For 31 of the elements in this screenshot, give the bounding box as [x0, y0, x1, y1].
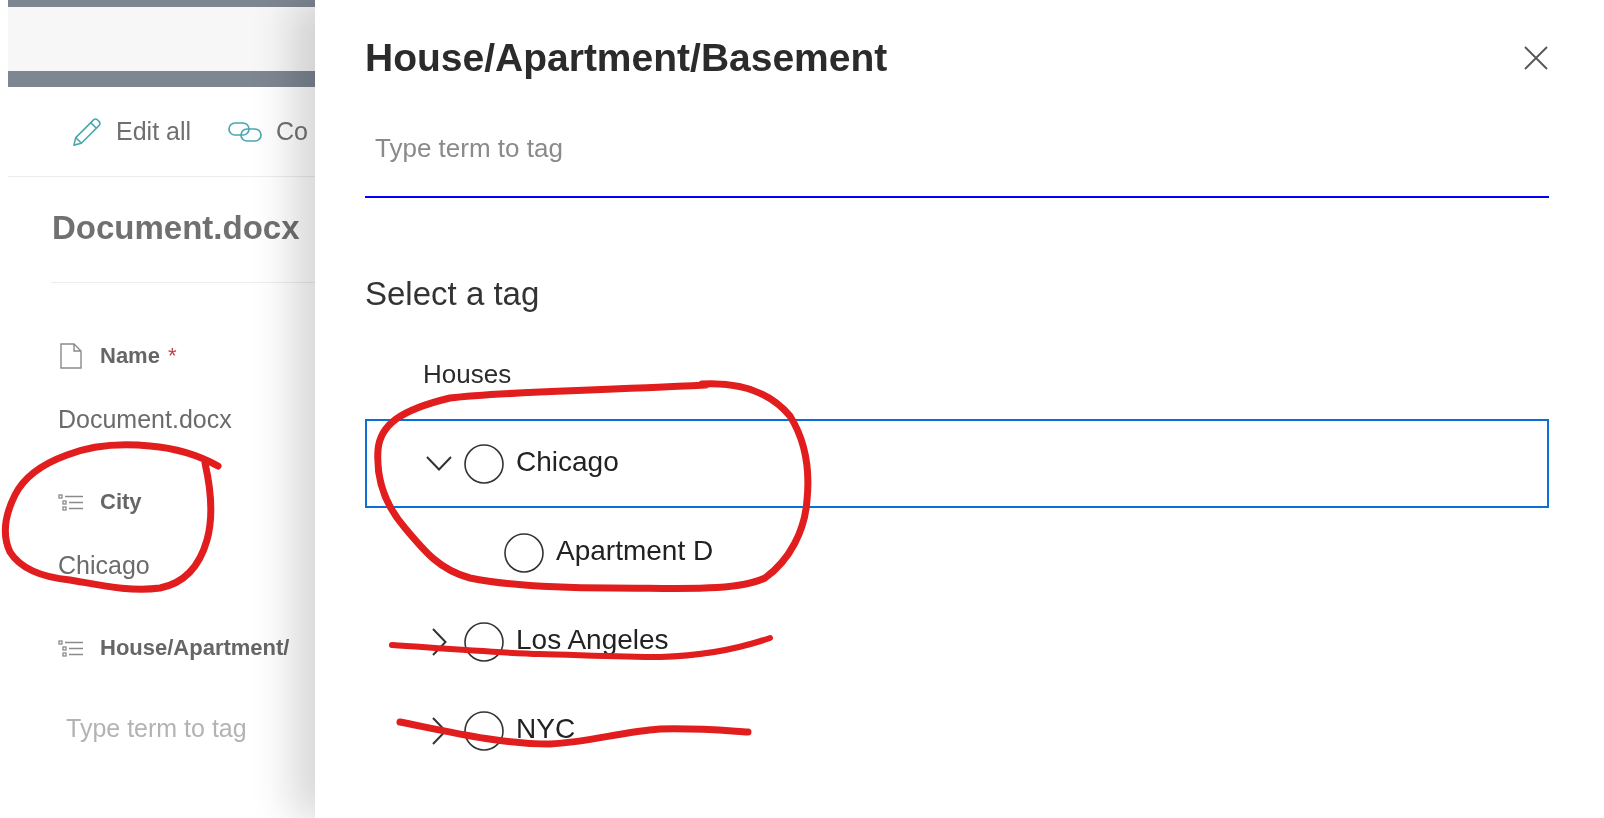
list-icon — [58, 493, 84, 511]
field-value[interactable]: Document.docx — [58, 403, 232, 435]
close-button[interactable] — [1523, 45, 1549, 71]
radio-button[interactable] — [464, 621, 504, 662]
pencil-icon — [72, 116, 102, 147]
toolbar-button[interactable]: Co — [228, 112, 308, 151]
dialog-title: House/Apartment/Basement — [365, 36, 888, 80]
document-title: Document.docx — [52, 208, 300, 248]
field-label: Name * — [100, 342, 177, 370]
chevron-down-icon[interactable] — [426, 456, 452, 471]
tag-input-field[interactable]: Type term to tag — [58, 712, 298, 746]
toolbar-button[interactable]: Edit all — [72, 112, 192, 151]
link-icon — [228, 121, 263, 142]
chevron-right-icon[interactable] — [431, 716, 447, 745]
term-set-label: Houses — [423, 358, 512, 391]
tree-item[interactable]: Chicago — [365, 419, 1549, 508]
radio-button[interactable] — [464, 710, 504, 751]
search-field[interactable]: Type term to tag — [365, 100, 1549, 198]
section-title: Select a tag — [365, 274, 540, 314]
file-icon — [60, 343, 82, 369]
close-icon — [1524, 46, 1548, 70]
list-icon — [58, 639, 84, 657]
field-value[interactable]: Chicago — [58, 549, 150, 581]
tree-item[interactable]: Apartment D — [365, 508, 1549, 597]
field-label: City — [100, 488, 142, 516]
tree-item[interactable]: Los Angeles — [365, 597, 1549, 686]
chevron-right-icon[interactable] — [431, 627, 447, 656]
tree-item[interactable]: NYC — [365, 686, 1549, 775]
radio-button[interactable] — [464, 443, 504, 484]
radio-button[interactable] — [504, 532, 544, 573]
field-label: House/Apartment/ — [100, 634, 290, 662]
